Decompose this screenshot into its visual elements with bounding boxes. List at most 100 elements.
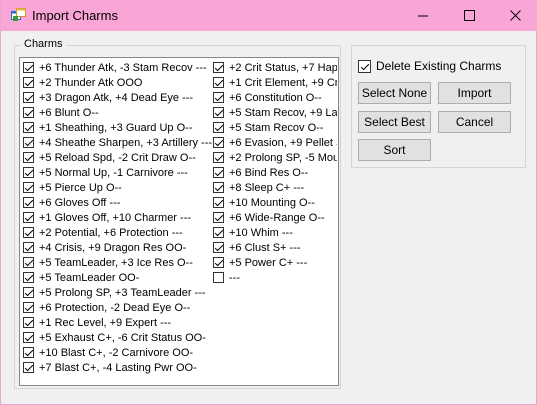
charm-item[interactable]: +2 Prolong SP, -5 Mounting (213, 150, 337, 165)
charm-item[interactable]: +5 TeamLeader OO- (23, 270, 211, 285)
charm-item[interactable]: +5 Prolong SP, +3 TeamLeader --- (23, 285, 211, 300)
charm-item[interactable]: +10 Mounting O-- (213, 195, 337, 210)
charm-checkbox[interactable] (213, 272, 224, 283)
charm-checkbox[interactable] (23, 107, 34, 118)
delete-existing-option[interactable]: Delete Existing Charms (358, 59, 501, 73)
cancel-button[interactable]: Cancel (438, 111, 511, 133)
charm-item[interactable]: +1 Crit Element, +9 Cranberry (213, 75, 337, 90)
charm-checkbox[interactable] (213, 182, 224, 193)
select-none-button[interactable]: Select None (358, 82, 431, 104)
charm-item[interactable]: +4 Crisis, +9 Dragon Res OO- (23, 240, 211, 255)
charm-item[interactable]: +6 Protection, -2 Dead Eye O-- (23, 300, 211, 315)
charm-checkbox[interactable] (23, 167, 34, 178)
charm-item[interactable]: +6 Blunt O-- (23, 105, 211, 120)
charm-checkbox[interactable] (23, 332, 34, 343)
charm-label: +1 Rec Level, +9 Expert --- (39, 316, 172, 329)
charm-item[interactable]: +5 Normal Up, -1 Carnivore --- (23, 165, 211, 180)
charm-checkbox[interactable] (23, 347, 34, 358)
charm-label: +5 Normal Up, -1 Carnivore --- (39, 166, 188, 179)
charm-checkbox[interactable] (23, 197, 34, 208)
charm-checkbox[interactable] (23, 212, 34, 223)
charm-checkbox[interactable] (213, 227, 224, 238)
charm-label: +5 Power C+ --- (229, 256, 308, 269)
charm-item[interactable]: +6 Constitution O-- (213, 90, 337, 105)
charm-item[interactable]: +5 Pierce Up O-- (23, 180, 211, 195)
charm-item[interactable]: +5 Reload Spd, -2 Crit Draw O-- (23, 150, 211, 165)
charm-item[interactable]: +6 Wide-Range O-- (213, 210, 337, 225)
charm-checkbox[interactable] (213, 212, 224, 223)
charm-item[interactable]: +1 Gloves Off, +10 Charmer --- (23, 210, 211, 225)
charm-checkbox[interactable] (23, 317, 34, 328)
charm-item[interactable]: +10 Blast C+, -2 Carnivore OO- (23, 345, 211, 360)
charm-item[interactable]: +6 Clust S+ --- (213, 240, 337, 255)
charm-checkbox[interactable] (23, 227, 34, 238)
charm-checkbox[interactable] (213, 122, 224, 133)
charm-checkbox[interactable] (213, 197, 224, 208)
charm-item[interactable]: +5 Power C+ --- (213, 255, 337, 270)
charm-label: +6 Blunt O-- (39, 106, 99, 119)
title-bar[interactable]: Import Charms (1, 0, 537, 31)
sort-button[interactable]: Sort (358, 139, 431, 161)
charm-checkbox[interactable] (213, 257, 224, 268)
charm-label: +4 Crisis, +9 Dragon Res OO- (39, 241, 187, 254)
charm-item[interactable]: --- (213, 270, 337, 285)
charm-label: +5 Prolong SP, +3 TeamLeader --- (39, 286, 206, 299)
charm-checkbox[interactable] (23, 302, 34, 313)
charm-item[interactable]: +6 Evasion, +9 Pellet Spread (213, 135, 337, 150)
close-button[interactable] (492, 0, 537, 31)
charm-checkbox[interactable] (23, 242, 34, 253)
charm-item[interactable]: +8 Sleep C+ --- (213, 180, 337, 195)
charm-label: +5 Pierce Up O-- (39, 181, 122, 194)
charm-label: +6 Gloves Off --- (39, 196, 121, 209)
delete-existing-checkbox[interactable] (358, 59, 371, 73)
charm-checkbox[interactable] (23, 257, 34, 268)
charm-label: +6 Protection, -2 Dead Eye O-- (39, 301, 191, 314)
charm-item[interactable]: +6 Thunder Atk, -3 Stam Recov --- (23, 60, 211, 75)
charm-checkbox[interactable] (23, 182, 34, 193)
charm-checkbox[interactable] (23, 92, 34, 103)
charm-checkbox[interactable] (23, 272, 34, 283)
charm-checkbox[interactable] (213, 137, 224, 148)
charm-label: +10 Mounting O-- (229, 196, 315, 209)
minimize-button[interactable] (400, 0, 446, 31)
charm-item[interactable]: +7 Blast C+, -4 Lasting Pwr OO- (23, 360, 211, 375)
select-best-button[interactable]: Select Best (358, 111, 431, 133)
charm-checkbox[interactable] (213, 242, 224, 253)
maximize-icon (463, 10, 475, 21)
maximize-button[interactable] (446, 0, 492, 31)
charm-item[interactable]: +1 Rec Level, +9 Expert --- (23, 315, 211, 330)
charm-checkbox[interactable] (213, 167, 224, 178)
charms-checked-listbox[interactable]: +6 Thunder Atk, -3 Stam Recov --- +2 Thun… (19, 57, 339, 386)
charm-checkbox[interactable] (213, 77, 224, 88)
charm-item[interactable]: +5 Exhaust C+, -6 Crit Status OO- (23, 330, 211, 345)
charm-item[interactable]: +5 Stam Recov O-- (213, 120, 337, 135)
charm-checkbox[interactable] (213, 152, 224, 163)
charm-checkbox[interactable] (23, 287, 34, 298)
charm-checkbox[interactable] (23, 77, 34, 88)
charm-checkbox[interactable] (23, 62, 34, 73)
charms-group-label: Charms (21, 38, 66, 50)
charm-item[interactable]: +5 Stam Recov, +9 Lasting (213, 105, 337, 120)
charm-item[interactable]: +2 Potential, +6 Protection --- (23, 225, 211, 240)
charm-item[interactable]: +6 Gloves Off --- (23, 195, 211, 210)
charm-item[interactable]: +2 Crit Status, +7 Hapless (213, 60, 337, 75)
charm-item[interactable]: +6 Bind Res O-- (213, 165, 337, 180)
charm-checkbox[interactable] (213, 92, 224, 103)
charm-item[interactable]: +3 Dragon Atk, +4 Dead Eye --- (23, 90, 211, 105)
charm-checkbox[interactable] (23, 152, 34, 163)
charm-label: +5 Stam Recov O-- (229, 121, 324, 134)
charm-checkbox[interactable] (23, 362, 34, 373)
import-button[interactable]: Import (438, 82, 511, 104)
charm-checkbox[interactable] (213, 62, 224, 73)
charm-item[interactable]: +4 Sheathe Sharpen, +3 Artillery --- (23, 135, 212, 150)
charm-item[interactable]: +5 TeamLeader, +3 Ice Res O-- (23, 255, 211, 270)
charm-checkbox[interactable] (213, 107, 224, 118)
charm-checkbox[interactable] (23, 137, 34, 148)
minimize-icon (417, 15, 428, 17)
charm-label: +5 TeamLeader, +3 Ice Res O-- (39, 256, 193, 269)
charm-item[interactable]: +1 Sheathing, +3 Guard Up O-- (23, 120, 211, 135)
charm-item[interactable]: +10 Whim --- (213, 225, 337, 240)
charm-item[interactable]: +2 Thunder Atk OOO (23, 75, 211, 90)
charm-label: +5 TeamLeader OO- (39, 271, 140, 284)
charm-checkbox[interactable] (23, 122, 34, 133)
